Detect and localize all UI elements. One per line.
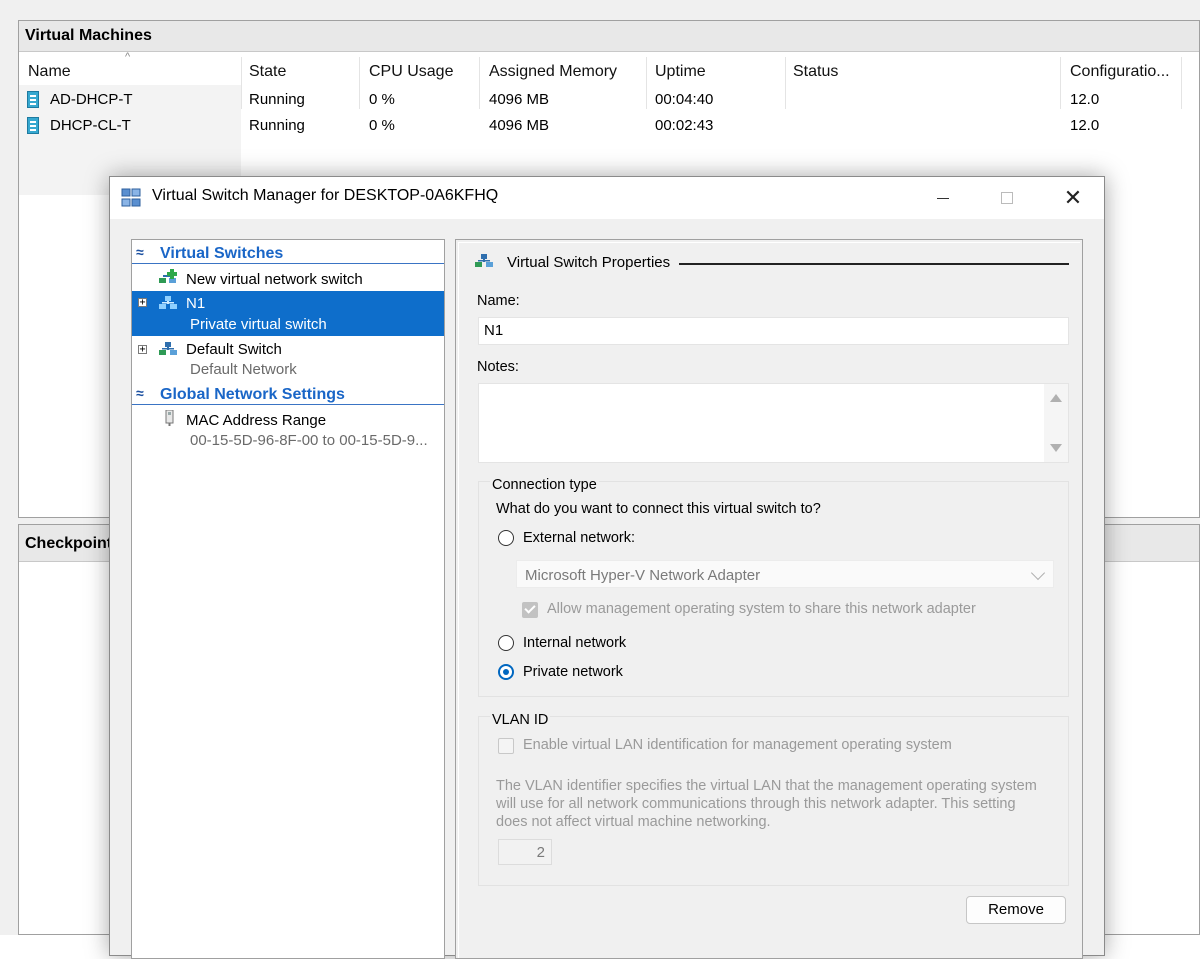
virtual-machine-icon [27, 91, 39, 108]
network-adapter-icon [165, 410, 174, 426]
switch-name: N1 [186, 295, 206, 312]
dialog-titlebar[interactable]: Virtual Switch Manager for DESKTOP-0A6KF… [110, 177, 1104, 219]
new-switch-label: New virtual network switch [186, 271, 363, 288]
expand-icon[interactable]: + [138, 298, 147, 308]
column-header-configuration[interactable]: Configuratio... [1070, 61, 1170, 83]
network-adapter-value: Microsoft Hyper-V Network Adapter [525, 567, 761, 584]
enable-vlan-checkbox[interactable] [498, 738, 514, 754]
scroll-down-icon[interactable] [1050, 444, 1062, 452]
vm-name: DHCP-CL-T [50, 117, 131, 134]
vlan-id-label: VLAN ID [490, 712, 551, 728]
switch-tree-pane: ≈ Virtual Switches New virtual network s… [131, 239, 445, 959]
notes-scrollbar[interactable] [1044, 384, 1068, 462]
virtual-machines-title: Virtual Machines [19, 21, 1199, 52]
virtual-switch-icon [159, 296, 177, 309]
virtual-switch-icon [159, 342, 177, 355]
vm-state: Running [249, 117, 305, 134]
vm-cpu: 0 % [369, 117, 395, 134]
new-switch-icon [159, 269, 177, 283]
notes-field[interactable] [478, 383, 1069, 463]
tree-item-new-virtual-switch[interactable]: New virtual network switch [132, 266, 444, 291]
vm-cpu: 0 % [369, 91, 395, 108]
virtual-switch-icon [475, 254, 493, 267]
column-header-assigned-memory[interactable]: Assigned Memory [489, 61, 617, 83]
tree-item-mac-address-range[interactable]: MAC Address Range 00-15-5D-96-8F-00 to 0… [132, 408, 444, 452]
allow-management-checkbox[interactable] [522, 602, 538, 618]
column-header-name[interactable]: Name [28, 61, 71, 83]
vm-config-version: 12.0 [1070, 91, 1100, 108]
section-global-network-settings[interactable]: ≈ Global Network Settings [132, 384, 444, 405]
vm-config-version: 12.0 [1070, 117, 1100, 134]
tree-item-default-switch[interactable]: + Default Switch Default Network [132, 338, 444, 382]
switch-type: Private virtual switch [190, 316, 327, 333]
connection-type-label: Connection type [490, 477, 599, 493]
vlan-description: The VLAN identifier specifies the virtua… [496, 778, 1037, 830]
name-label: Name: [477, 293, 520, 309]
vm-name: AD-DHCP-T [50, 91, 133, 108]
vm-uptime: 00:02:43 [655, 117, 714, 134]
mac-range-label: MAC Address Range [186, 412, 327, 429]
mac-range-value: 00-15-5D-96-8F-00 to 00-15-5D-9... [190, 432, 428, 449]
switch-type: Default Network [190, 361, 297, 378]
column-header-state[interactable]: State [249, 61, 286, 83]
switch-name: Default Switch [186, 341, 282, 358]
table-row[interactable]: AD-DHCP-T Running 0 % 4096 MB 00:04:40 1… [19, 87, 1199, 113]
external-network-label[interactable]: External network: [523, 530, 635, 546]
virtual-switch-manager-icon [121, 188, 141, 207]
expand-icon[interactable]: + [138, 345, 147, 355]
sort-arrow-icon: ^ [125, 51, 131, 63]
dialog-title: Virtual Switch Manager for DESKTOP-0A6KF… [152, 187, 499, 204]
network-adapter-select[interactable]: Microsoft Hyper-V Network Adapter [516, 560, 1054, 588]
section-virtual-switches-label: Virtual Switches [160, 245, 284, 262]
maximize-button[interactable] [984, 183, 1030, 213]
internal-network-label[interactable]: Internal network [523, 635, 626, 651]
collapse-chevron-icon[interactable]: ≈ [136, 385, 144, 401]
properties-header: Virtual Switch Properties [507, 254, 671, 271]
private-network-radio[interactable] [498, 664, 514, 680]
close-button[interactable]: ✕ [1050, 183, 1096, 213]
column-header-status[interactable]: Status [793, 61, 838, 83]
connection-question: What do you want to connect this virtual… [496, 501, 821, 517]
collapse-chevron-icon[interactable]: ≈ [136, 244, 144, 260]
vm-memory: 4096 MB [489, 91, 550, 108]
properties-inner: Virtual Switch Properties Name: N1 Notes… [458, 242, 1080, 958]
tree-item-n1[interactable]: + N1 Private virtual switch [132, 291, 444, 336]
remove-button[interactable]: Remove [966, 896, 1066, 924]
header-divider [679, 263, 1069, 265]
external-network-radio[interactable] [498, 530, 514, 546]
table-row[interactable]: DHCP-CL-T Running 0 % 4096 MB 00:02:43 1… [19, 113, 1199, 139]
switch-properties-pane: Virtual Switch Properties Name: N1 Notes… [455, 239, 1083, 959]
allow-management-label: Allow management operating system to sha… [547, 601, 976, 617]
section-virtual-switches[interactable]: ≈ Virtual Switches [132, 243, 444, 264]
notes-label: Notes: [477, 359, 519, 375]
vm-memory: 4096 MB [489, 117, 550, 134]
vm-state: Running [249, 91, 305, 108]
virtual-switch-manager-dialog: Virtual Switch Manager for DESKTOP-0A6KF… [109, 176, 1105, 959]
vlan-id-field[interactable]: 2 [498, 839, 552, 865]
minimize-button[interactable] [920, 183, 966, 213]
chevron-down-icon [1030, 565, 1046, 581]
column-header-uptime[interactable]: Uptime [655, 61, 706, 83]
column-header-cpu-usage[interactable]: CPU Usage [369, 61, 453, 83]
internal-network-radio[interactable] [498, 635, 514, 651]
section-global-network-settings-label: Global Network Settings [160, 386, 345, 403]
scroll-up-icon[interactable] [1050, 394, 1062, 402]
connection-type-group: Connection type What do you want to conn… [478, 477, 1069, 697]
vlan-id-group: VLAN ID Enable virtual LAN identificatio… [478, 712, 1069, 886]
private-network-label[interactable]: Private network [523, 664, 623, 680]
switch-name-field[interactable]: N1 [478, 317, 1069, 345]
virtual-machine-icon [27, 117, 39, 134]
vm-uptime: 00:04:40 [655, 91, 714, 108]
enable-vlan-label: Enable virtual LAN identification for ma… [523, 737, 952, 753]
